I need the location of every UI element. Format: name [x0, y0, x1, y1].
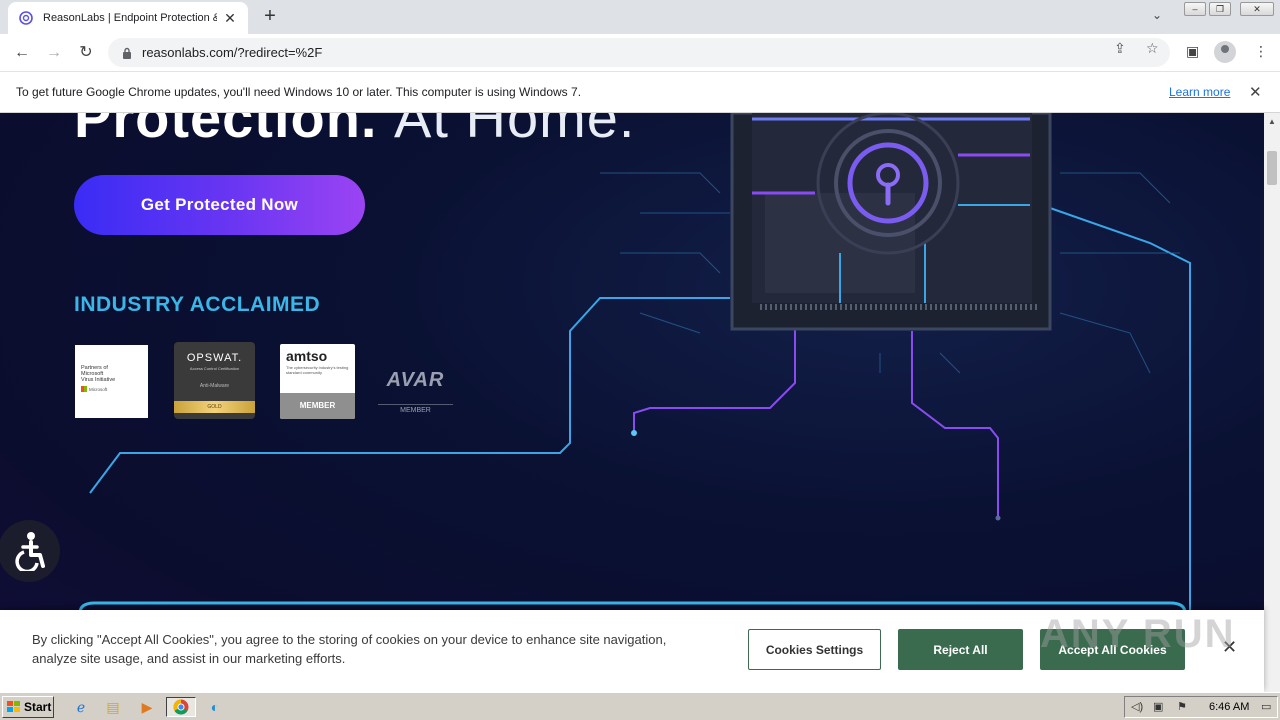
infobar-message: To get future Google Chrome updates, you… — [16, 85, 582, 99]
edge-icon[interactable]: ◐ — [204, 697, 226, 717]
hero-title-bold: Protection. — [74, 113, 378, 149]
cookie-text: By clicking "Accept All Cookies", you ag… — [32, 632, 667, 666]
amtso-badge: amtso The cybersecurity industry's testi… — [280, 344, 355, 419]
learn-more-link[interactable]: Learn more — [1169, 85, 1230, 99]
update-infobar: To get future Google Chrome updates, you… — [0, 71, 1280, 113]
tab-strip: ReasonLabs | Endpoint Protection & ✕ + ⌄… — [0, 0, 1280, 34]
volume-icon[interactable]: ◁) — [1131, 700, 1143, 713]
profile-icon[interactable] — [1214, 41, 1236, 63]
plus-icon[interactable]: + — [260, 6, 280, 26]
media-icon[interactable]: ▶ — [136, 697, 158, 717]
ms-line3: Virus Initiative — [81, 377, 116, 383]
url-text: reasonlabs.com/?redirect=%2F — [142, 45, 323, 60]
avar-badge: AVAR MEMBER — [378, 349, 453, 423]
star-icon[interactable]: ☆ — [1146, 40, 1159, 57]
opswat-category: Anti-Malware — [199, 383, 230, 389]
page-scrollbar[interactable]: ▲ — [1264, 113, 1280, 692]
amtso-sub: The cybersecurity industry's testing sta… — [286, 365, 349, 375]
tab-title: ReasonLabs | Endpoint Protection & — [43, 12, 217, 24]
windows-taskbar: Start ℯ ▤ ▶ ◐ ◁) ▣ ⚑ 6:46 AM ▭ — [0, 692, 1280, 720]
start-label: Start — [24, 700, 52, 714]
restore-button[interactable]: ❐ — [1209, 2, 1231, 16]
amtso-name: amtso — [286, 348, 328, 364]
start-button[interactable]: Start — [2, 696, 54, 718]
avar-name: AVAR — [386, 369, 445, 391]
microsoft-logo: Microsoft — [81, 386, 142, 392]
opswat-badge: OPSWAT. Access Control Certification Ant… — [174, 342, 255, 419]
explorer-icon[interactable]: ▤ — [102, 697, 124, 717]
page-content: Protection. At Home. Get Protected Now I… — [0, 113, 1264, 692]
avar-member: MEMBER — [378, 404, 453, 414]
minimize-button[interactable]: – — [1184, 2, 1206, 16]
hero-title: Protection. At Home. — [74, 113, 635, 150]
forward-icon[interactable]: → — [43, 42, 65, 64]
address-bar[interactable]: reasonlabs.com/?redirect=%2F — [108, 38, 1170, 67]
opswat-level: GOLD — [174, 401, 255, 413]
get-protected-button[interactable]: Get Protected Now — [74, 175, 365, 235]
reload-icon[interactable]: ↻ — [75, 42, 97, 64]
close-icon[interactable]: ✕ — [1249, 83, 1262, 101]
ms-logo-text: Microsoft — [89, 386, 108, 392]
amtso-member: MEMBER — [280, 393, 355, 419]
accessibility-icon — [15, 532, 45, 571]
opswat-sub: Access Control Certification — [189, 366, 240, 371]
back-icon[interactable]: ← — [11, 42, 33, 64]
menu-icon[interactable]: ⋮ — [1254, 43, 1268, 60]
clock: 6:46 AM — [1209, 701, 1250, 713]
accessibility-button[interactable] — [0, 520, 60, 582]
hero-title-light: At Home. — [394, 113, 636, 149]
monitor-icon[interactable]: ▭ — [1261, 700, 1271, 713]
flag-icon[interactable]: ⚑ — [1177, 700, 1187, 713]
system-tray: ◁) ▣ ⚑ 6:46 AM ▭ — [1124, 696, 1278, 718]
microsoft-badge: Partners of Microsoft Virus Initiative M… — [75, 345, 148, 418]
browser-tab[interactable]: ReasonLabs | Endpoint Protection & ✕ — [8, 2, 248, 34]
cookies-settings-button[interactable]: Cookies Settings — [748, 629, 881, 670]
ie-icon[interactable]: ℯ — [70, 697, 92, 717]
watermark: ANY RUN — [1040, 612, 1236, 656]
scroll-up-icon[interactable]: ▲ — [1268, 117, 1276, 126]
lock-icon — [123, 47, 131, 59]
windows-logo-icon — [7, 701, 20, 712]
chevron-down-icon[interactable]: ⌄ — [1152, 8, 1162, 22]
share-icon[interactable]: ⇪ — [1114, 40, 1126, 57]
opswat-name: OPSWAT. — [186, 352, 243, 364]
network-icon[interactable]: ▣ — [1153, 700, 1163, 713]
chrome-icon[interactable] — [166, 697, 196, 717]
sidepanel-icon[interactable]: ▣ — [1186, 43, 1199, 60]
close-icon[interactable]: ✕ — [222, 10, 238, 27]
scroll-thumb[interactable] — [1267, 151, 1277, 185]
acclaim-heading: INDUSTRY ACCLAIMED — [74, 293, 321, 316]
microsoft-logo-icon — [81, 386, 87, 392]
favicon-icon — [18, 10, 34, 26]
reject-all-button[interactable]: Reject All — [898, 629, 1023, 670]
window-close-button[interactable]: ✕ — [1240, 2, 1274, 16]
browser-toolbar: ← → ↻ reasonlabs.com/?redirect=%2F ⇪ ☆ ▣… — [0, 34, 1280, 71]
chip-graphic — [730, 113, 1052, 331]
